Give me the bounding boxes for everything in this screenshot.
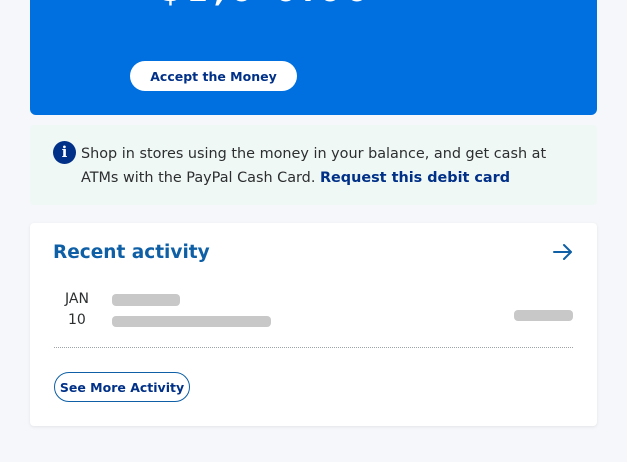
request-debit-card-link[interactable]: Request this debit card bbox=[320, 170, 510, 186]
balance-card: $1,0·0.00 Accept the Money bbox=[30, 0, 597, 115]
info-icon: i bbox=[53, 141, 76, 164]
recent-activity-card: Recent activity JAN 10 See More Activity bbox=[30, 223, 597, 426]
recent-activity-title: Recent activity bbox=[53, 242, 210, 263]
activity-row[interactable]: JAN 10 bbox=[54, 287, 573, 348]
info-text: Shop in stores using the money in your b… bbox=[81, 142, 581, 190]
info-banner: i Shop in stores using the money in your… bbox=[30, 125, 597, 205]
redacted-merchant-name bbox=[112, 294, 180, 306]
see-more-activity-button[interactable]: See More Activity bbox=[54, 372, 190, 402]
balance-amount: $1,0·0.00 bbox=[160, 0, 373, 9]
redacted-activity-detail bbox=[112, 316, 271, 327]
accept-money-button[interactable]: Accept the Money bbox=[130, 61, 297, 91]
activity-date-day: 10 bbox=[68, 312, 86, 328]
redacted-amount bbox=[514, 310, 573, 321]
activity-date-month: JAN bbox=[65, 291, 89, 307]
arrow-right-icon[interactable] bbox=[551, 240, 575, 264]
